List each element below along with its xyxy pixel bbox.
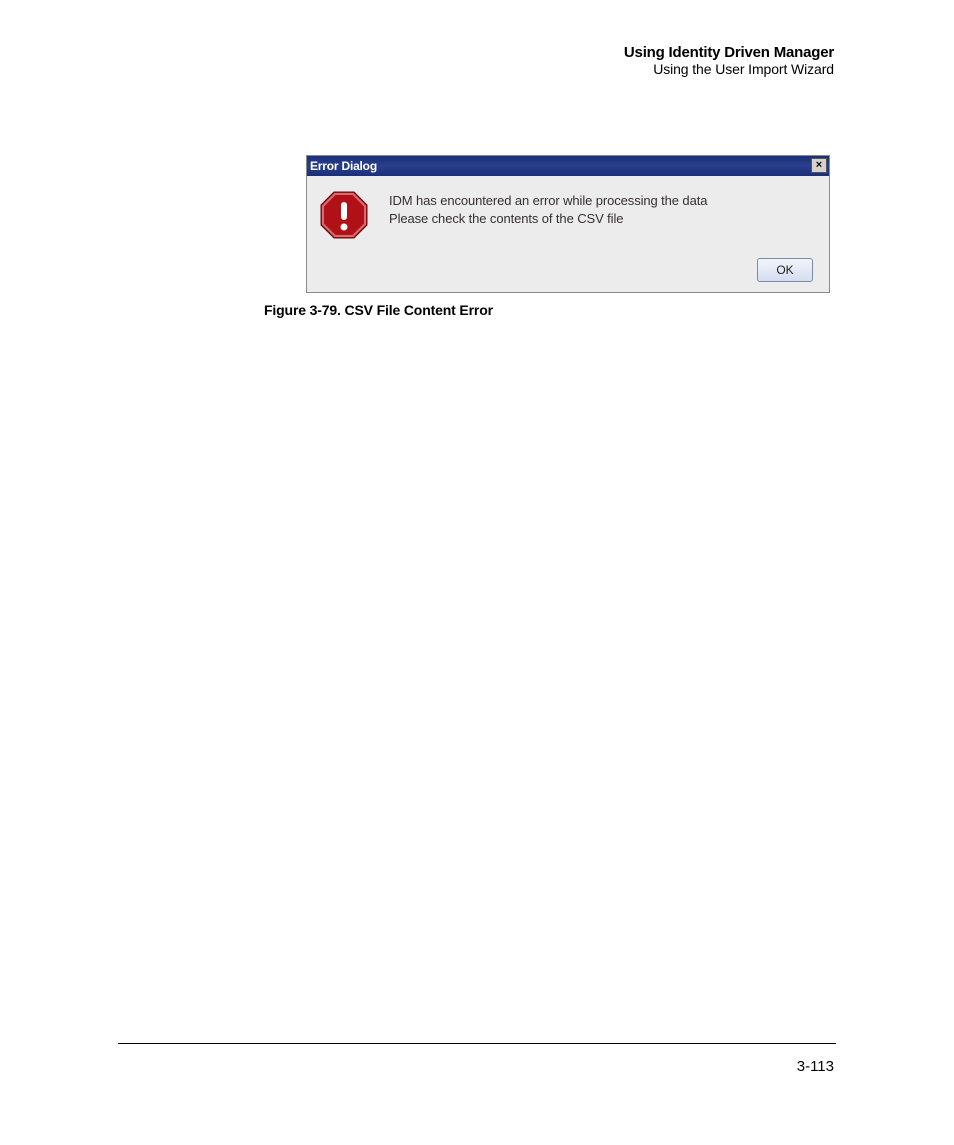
dialog-message: IDM has encountered an error while proce… (389, 190, 817, 227)
dialog-titlebar: Error Dialog × (307, 156, 829, 176)
header-title: Using Identity Driven Manager (624, 44, 834, 61)
message-line-1: IDM has encountered an error while proce… (389, 192, 817, 210)
figure-caption: Figure 3-79. CSV File Content Error (264, 302, 493, 318)
error-dialog: Error Dialog × IDM has encountered an er… (306, 155, 830, 293)
dialog-body: IDM has encountered an error while proce… (307, 176, 829, 292)
dialog-content-row: IDM has encountered an error while proce… (319, 190, 817, 240)
document-page: Using Identity Driven Manager Using the … (0, 0, 954, 1145)
footer-rule (118, 1043, 836, 1044)
ok-button-label: OK (776, 263, 793, 277)
dialog-button-row: OK (319, 258, 817, 282)
close-icon: × (816, 160, 822, 171)
page-header: Using Identity Driven Manager Using the … (624, 44, 834, 77)
header-subtitle: Using the User Import Wizard (624, 61, 834, 77)
message-line-2: Please check the contents of the CSV fil… (389, 210, 817, 228)
close-button[interactable]: × (811, 158, 827, 173)
error-icon (319, 190, 369, 240)
page-number: 3-113 (797, 1058, 834, 1075)
ok-button[interactable]: OK (757, 258, 813, 282)
dialog-title: Error Dialog (310, 159, 377, 173)
